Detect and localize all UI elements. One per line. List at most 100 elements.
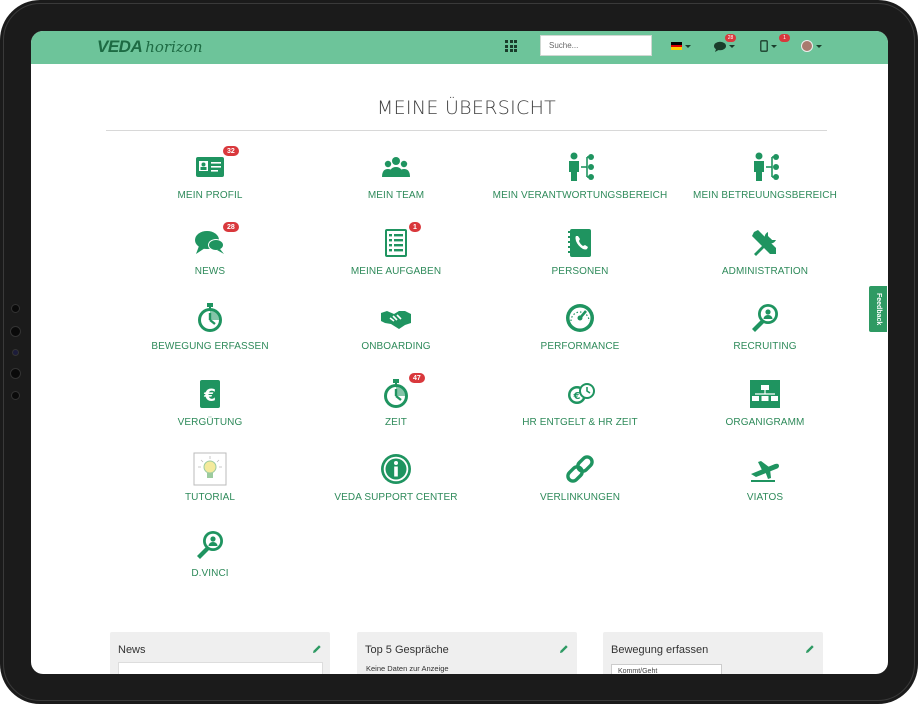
- german-flag-icon: [671, 42, 682, 51]
- empty-state-text: Keine Daten zur Anzeige: [366, 664, 449, 673]
- tile-organigramm[interactable]: ORGANIGRAMM: [665, 377, 865, 447]
- search-person-icon: [197, 531, 223, 559]
- pencil-icon[interactable]: [805, 644, 815, 654]
- tile-label: ONBOARDING: [361, 341, 431, 352]
- tile-mein-betreuungsbereich[interactable]: MEIN BETREUUNGSBEREICH: [665, 150, 865, 220]
- tile-label: PERFORMANCE: [540, 341, 620, 352]
- tile-label: NEWS: [194, 266, 226, 277]
- widget-title: Bewegung erfassen: [611, 644, 709, 656]
- camera-dot: [10, 326, 21, 337]
- info-icon: [381, 454, 411, 484]
- device-dropdown[interactable]: 1: [760, 34, 790, 53]
- tools-icon: [752, 230, 776, 256]
- notification-badge: 1: [408, 221, 422, 233]
- tile-hr-entgelt-hr-zeit[interactable]: €€ HR ENTGELT & HR ZEIT: [480, 377, 680, 447]
- search-person-icon: [752, 304, 778, 332]
- tile-mein-profil[interactable]: 32 MEIN PROFIL: [110, 145, 310, 220]
- movement-select[interactable]: Kommt/Geht: [611, 664, 722, 674]
- tile-administration[interactable]: ADMINISTRATION: [665, 226, 865, 296]
- pencil-icon[interactable]: [312, 644, 322, 654]
- top-navbar: VEDA horizon 28: [31, 31, 888, 64]
- plane-icon: [751, 461, 779, 482]
- tile-performance[interactable]: PERFORMANCE: [480, 301, 680, 371]
- tile-mein-team[interactable]: MEIN TEAM: [296, 150, 496, 220]
- tile-label: MEIN TEAM: [367, 190, 425, 201]
- tile-bewegung-erfassen[interactable]: BEWEGUNG ERFASSEN: [110, 301, 310, 371]
- news-list: [118, 662, 323, 674]
- chat-badge: 28: [725, 34, 736, 42]
- bewegung-widget: Bewegung erfassen Kommt/Geht: [603, 632, 823, 674]
- tile-onboarding[interactable]: ONBOARDING: [296, 301, 496, 371]
- tile-meine-aufgaben[interactable]: 1 MEINE AUFGABEN: [296, 221, 496, 296]
- screen: VEDA horizon 28: [31, 31, 888, 674]
- euro-icon: €€: [200, 380, 220, 408]
- news-widget: News: [110, 632, 330, 674]
- tile-mein-verantwortungsbereich[interactable]: MEIN VERANTWORTUNGSBEREICH: [480, 150, 680, 220]
- tile-personen[interactable]: PERSONEN: [480, 226, 680, 296]
- search-input[interactable]: [540, 35, 652, 56]
- tile-label: RECRUITING: [733, 341, 797, 352]
- tile-news[interactable]: 28 NEWS: [110, 221, 310, 296]
- camera-dot: [11, 391, 20, 400]
- tile-label: VERLINKUNGEN: [539, 492, 621, 503]
- tile-label: ZEIT: [384, 417, 408, 428]
- tile-veda-support-center[interactable]: VEDA SUPPORT CENTER: [296, 452, 496, 522]
- feedback-tab[interactable]: Feedback: [869, 286, 887, 332]
- chat-icon: [714, 41, 726, 52]
- chat-dropdown[interactable]: 28: [714, 34, 736, 53]
- user-menu[interactable]: [801, 39, 822, 53]
- tile-label: VEDA SUPPORT CENTER: [334, 492, 458, 503]
- notification-badge: 28: [222, 221, 240, 233]
- chevron-down-icon: [771, 44, 777, 48]
- device-badge: 1: [779, 34, 790, 42]
- camera-dot: [11, 304, 20, 313]
- tile-label: BEWEGUNG ERFASSEN: [151, 341, 269, 352]
- tile-d-vinci[interactable]: D.VINCI: [110, 528, 310, 598]
- tile-vergütung[interactable]: €€ VERGÜTUNG: [110, 377, 310, 447]
- speedometer-icon: [566, 304, 594, 332]
- tile-viatos[interactable]: VIATOS: [665, 452, 865, 522]
- svg-text:€: €: [203, 386, 216, 406]
- avatar: [801, 40, 813, 52]
- camera-dot: [12, 349, 19, 356]
- tile-label: TUTORIAL: [184, 492, 236, 503]
- phonebook-icon: [568, 229, 591, 257]
- stopwatch-icon: [384, 379, 408, 408]
- org-person-icon: [754, 152, 779, 181]
- org-chart-icon: [750, 380, 780, 408]
- tablet-icon: [760, 40, 768, 52]
- tile-label: VERGÜTUNG: [177, 417, 243, 428]
- handshake-icon: [381, 311, 411, 329]
- tile-label: D.VINCI: [191, 568, 229, 579]
- money-clock-icon: €€: [568, 383, 595, 404]
- language-dropdown[interactable]: [671, 39, 691, 53]
- id-card-icon: [196, 157, 224, 177]
- page-title: MEINE ÜBERSICHT: [376, 97, 557, 119]
- tile-label: VIATOS: [746, 492, 784, 503]
- org-person-icon: [569, 152, 594, 181]
- tile-zeit[interactable]: 47 ZEIT: [296, 372, 496, 447]
- pencil-icon[interactable]: [559, 644, 569, 654]
- tile-recruiting[interactable]: RECRUITING: [665, 301, 865, 371]
- tile-verlinkungen[interactable]: VERLINKUNGEN: [480, 452, 680, 522]
- apps-grid-icon[interactable]: [505, 40, 517, 52]
- logo-text-veda: VEDA: [97, 37, 143, 56]
- camera-dot: [10, 368, 21, 379]
- veda-logo[interactable]: VEDA horizon: [97, 37, 203, 57]
- notification-badge: 47: [408, 372, 426, 384]
- tile-label: PERSONEN: [551, 266, 609, 277]
- chevron-down-icon: [685, 44, 691, 48]
- tile-label: MEIN VERANTWORTUNGSBEREICH: [492, 190, 668, 201]
- tile-label: ADMINISTRATION: [721, 266, 809, 277]
- tile-label: MEIN BETREUUNGSBEREICH: [693, 190, 837, 201]
- chain-link-icon: [566, 455, 594, 483]
- top5-widget: Top 5 Gespräche Keine Daten zur Anzeige: [357, 632, 577, 674]
- checklist-icon: [385, 229, 407, 257]
- tile-label: ORGANIGRAMM: [725, 417, 805, 428]
- team-icon: [382, 157, 410, 177]
- stopwatch-icon: [198, 303, 222, 332]
- title-divider: [106, 130, 827, 131]
- chat-bubbles-icon: [195, 231, 224, 254]
- tile-tutorial[interactable]: TUTORIAL: [110, 452, 310, 522]
- widget-title: News: [118, 644, 146, 656]
